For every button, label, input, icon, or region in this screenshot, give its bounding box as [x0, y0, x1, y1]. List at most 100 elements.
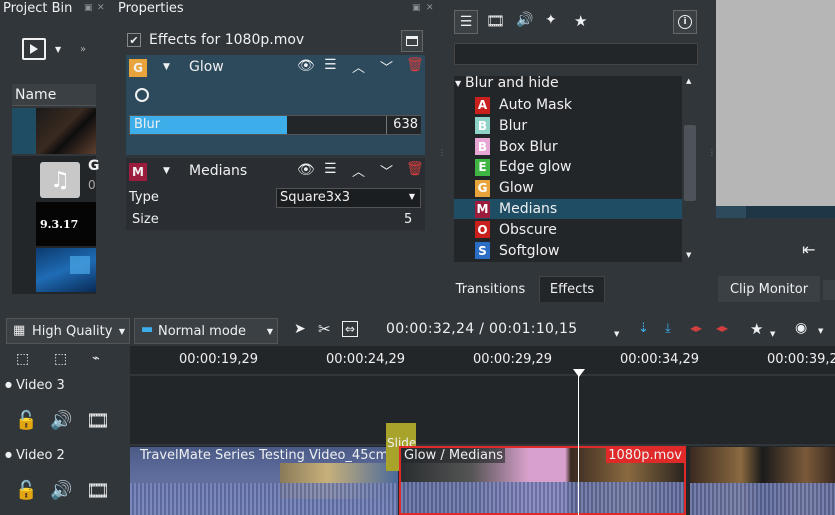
effect-letter-badge: S: [475, 242, 490, 260]
favorites-icon[interactable]: ★: [574, 12, 587, 30]
extract-icon[interactable]: ◂▸: [716, 321, 728, 335]
chevron-down-icon[interactable]: ▼: [818, 327, 823, 335]
effect-item[interactable]: G Glow: [454, 178, 682, 198]
effect-item[interactable]: B Blur: [454, 116, 682, 136]
project-bin-panel: Project Bin ▣ ✕ ▼ » Name ♫ G 0 9.3.17: [0, 0, 112, 300]
float-icon[interactable]: ▣: [84, 3, 93, 13]
effects-search-input[interactable]: [454, 43, 698, 65]
project-bin-title: Project Bin: [3, 1, 73, 16]
effects-category[interactable]: Blur and hide: [465, 75, 559, 91]
type-select[interactable]: Square3x3 ▼: [276, 188, 421, 208]
mute-icon[interactable]: 🔊: [50, 410, 72, 431]
monitor-ruler[interactable]: [746, 206, 835, 218]
favorites-effects-icon[interactable]: ★: [750, 320, 763, 338]
properties-title: Properties: [118, 1, 184, 16]
clip-next[interactable]: [690, 447, 835, 515]
overwrite-icon[interactable]: ⤓: [665, 321, 671, 336]
playhead-handle[interactable]: [573, 369, 585, 377]
effect-item[interactable]: O Obscure: [454, 220, 682, 240]
clip-main[interactable]: TravelMate Series Testing Video_45cm.mp: [130, 447, 398, 515]
spacer-tool-icon[interactable]: ⇔: [342, 321, 359, 337]
blur-value-field[interactable]: 638: [386, 116, 421, 134]
hide-video-icon[interactable]: 🎞: [86, 409, 110, 432]
move-up-icon[interactable]: ︿: [352, 161, 365, 180]
add-clip-button[interactable]: [22, 38, 46, 60]
scroll-down-icon[interactable]: ▼: [686, 251, 691, 259]
eye-icon[interactable]: 👁: [297, 162, 315, 178]
effect-item[interactable]: E Edge glow: [454, 157, 682, 177]
expand-arrow-icon[interactable]: ▼: [455, 79, 461, 88]
expand-track-icon[interactable]: ⬚: [54, 351, 67, 367]
size-value[interactable]: 5: [404, 212, 412, 227]
track-body-video-3[interactable]: [130, 376, 835, 444]
size-label: Size: [132, 212, 159, 227]
float-icon[interactable]: ▣: [412, 3, 421, 13]
tab-effects[interactable]: Effects: [539, 276, 605, 302]
track-name: Video 2: [16, 448, 65, 463]
razor-tool-icon[interactable]: ✂: [318, 320, 331, 338]
fit-track-icon[interactable]: ⬚: [16, 351, 29, 367]
audio-filter-icon[interactable]: 🔊: [516, 12, 533, 28]
collapse-icon[interactable]: ▼: [163, 166, 170, 176]
video-filter-icon[interactable]: 🎞: [486, 12, 505, 30]
hide-video-icon[interactable]: 🎞: [86, 479, 110, 502]
info-button[interactable]: i: [673, 10, 697, 34]
scroll-up-icon[interactable]: ▲: [686, 77, 691, 85]
tab-clip-monitor[interactable]: Clip Monitor: [718, 276, 820, 302]
lock-icon[interactable]: 🔓: [15, 410, 37, 431]
chevron-down-icon[interactable]: ▼: [55, 45, 61, 54]
clip-selected[interactable]: Glow / Medians 1080p.mov: [399, 446, 686, 515]
eye-icon[interactable]: 👁: [297, 58, 315, 74]
delete-icon[interactable]: 🗑: [406, 57, 424, 73]
collapse-icon[interactable]: ▼: [163, 62, 170, 72]
scrollbar-thumb[interactable]: [684, 125, 696, 201]
timeline-ruler[interactable]: 00:00:19,29 00:00:24,29 00:00:29,29 00:00:3…: [130, 346, 835, 374]
bin-item[interactable]: 9.3.17: [12, 202, 96, 248]
effect-item[interactable]: B Box Blur: [454, 137, 682, 157]
delete-icon[interactable]: 🗑: [406, 161, 424, 177]
ruler-tick-label: 00:00:24,29: [326, 352, 406, 367]
playhead-line[interactable]: [578, 372, 579, 515]
more-icon[interactable]: »: [80, 44, 86, 55]
mute-icon[interactable]: 🔊: [50, 480, 72, 501]
bin-item[interactable]: ♫ G 0: [12, 156, 100, 202]
lock-icon[interactable]: 🔓: [15, 480, 37, 501]
insert-icon[interactable]: ⇣: [638, 321, 649, 336]
chevron-down-icon[interactable]: ▼: [770, 330, 775, 338]
effects-scrollbar[interactable]: ▲ ▼: [682, 73, 698, 263]
move-down-icon[interactable]: ﹀: [380, 57, 393, 76]
name-column-header[interactable]: Name: [12, 84, 96, 106]
monitor-view[interactable]: [716, 0, 835, 218]
effect-item[interactable]: A Auto Mask: [454, 95, 682, 115]
tab-effects-label: Effects: [549, 282, 595, 297]
select-tool-icon[interactable]: ➤: [294, 321, 306, 337]
compare-button[interactable]: [401, 30, 423, 52]
zone-in-icon[interactable]: ⇤: [802, 240, 815, 259]
keyframe-icon[interactable]: [135, 88, 149, 102]
list-view-icon[interactable]: ☰: [454, 10, 478, 34]
close-icon[interactable]: ✕: [97, 3, 105, 13]
blur-slider[interactable]: Blur 638: [129, 115, 421, 135]
tab-transitions[interactable]: Transitions: [445, 276, 536, 302]
move-up-icon[interactable]: ︿: [352, 57, 365, 76]
effects-enabled-checkbox[interactable]: ✔: [127, 33, 141, 47]
quality-select[interactable]: ▦ High Quality ▼: [6, 318, 130, 344]
mode-select[interactable]: ▬ Normal mode ▼: [134, 318, 278, 344]
close-icon[interactable]: ✕: [426, 3, 434, 13]
tab-overflow[interactable]: [823, 280, 835, 300]
bin-item[interactable]: [12, 248, 96, 294]
splitter-handle[interactable]: ⋮: [438, 148, 446, 157]
chevron-down-icon[interactable]: ▼: [614, 330, 619, 338]
lift-icon[interactable]: ◂▸: [690, 321, 702, 335]
custom-filter-icon[interactable]: ✦: [545, 12, 557, 28]
menu-icon[interactable]: ☰: [324, 161, 337, 177]
splitter-handle[interactable]: ⋮: [708, 148, 716, 157]
menu-icon[interactable]: ☰: [324, 57, 337, 73]
effect-item[interactable]: M Medians: [454, 199, 682, 219]
record-icon[interactable]: ◉: [795, 320, 807, 336]
bin-item[interactable]: [12, 108, 96, 154]
effect-item[interactable]: S Softglow: [454, 241, 682, 261]
move-down-icon[interactable]: ﹀: [380, 161, 393, 180]
blur-label: Blur: [134, 117, 161, 132]
audio-thumbs-icon[interactable]: ⌁: [92, 351, 100, 366]
